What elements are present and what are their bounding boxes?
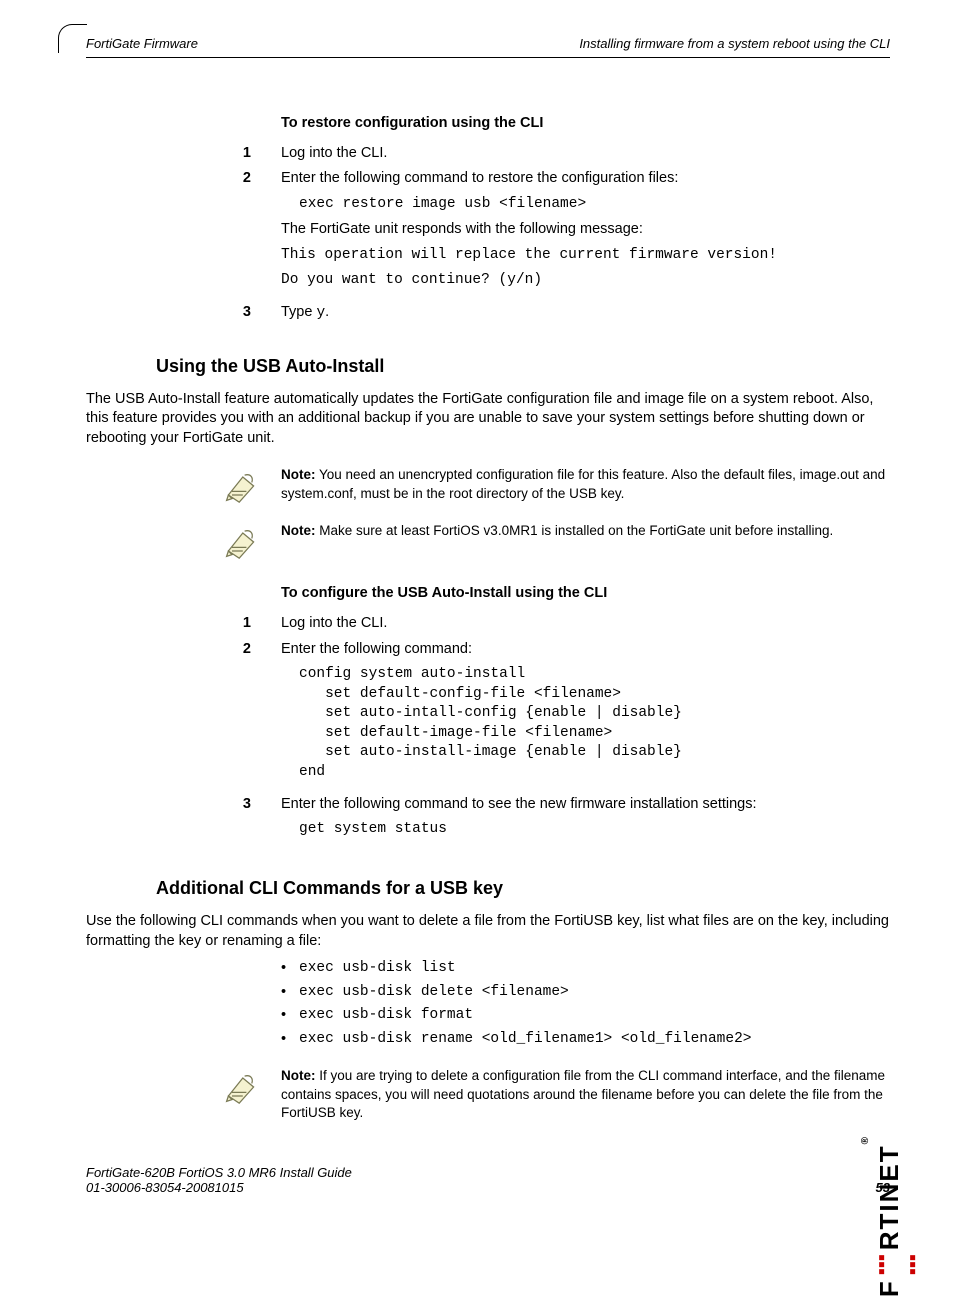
note-text: You need an unencrypted configuration fi… xyxy=(281,467,885,500)
note-icon xyxy=(86,1067,281,1105)
step-text: Enter the following command: xyxy=(281,640,890,660)
code-block: config system auto-install set default-c… xyxy=(299,665,890,782)
note-row: Note: If you are trying to delete a conf… xyxy=(86,1067,890,1122)
list-item: exec usb-disk rename <old_filename1> <ol… xyxy=(281,1030,890,1050)
code-block: Do you want to continue? (y/n) xyxy=(281,271,890,291)
running-header: FortiGate Firmware Installing firmware f… xyxy=(86,36,890,58)
step-text: Enter the following command to restore t… xyxy=(281,169,890,189)
note-text: If you are trying to delete a configurat… xyxy=(281,1068,885,1119)
step-body: Log into the CLI. xyxy=(281,614,890,634)
paragraph: Use the following CLI commands when you … xyxy=(86,912,890,951)
procedure-title: To restore configuration using the CLI xyxy=(281,114,890,134)
list-item: exec usb-disk list xyxy=(281,959,890,979)
step-body: Enter the following command to see the n… xyxy=(281,795,890,846)
step-row: 2 Enter the following command to restore… xyxy=(86,169,890,297)
page-content: To restore configuration using the CLI 1… xyxy=(86,114,890,1122)
header-left: FortiGate Firmware xyxy=(86,36,198,51)
inline-code: y xyxy=(316,305,325,321)
page-footer: FortiGate-620B FortiOS 3.0 MR6 Install G… xyxy=(86,1165,890,1195)
step-body: Type y. xyxy=(281,303,890,324)
note-body: Note: Make sure at least FortiOS v3.0MR1… xyxy=(281,522,890,540)
note-body: Note: You need an unencrypted configurat… xyxy=(281,466,890,502)
code-block: This operation will replace the current … xyxy=(281,246,890,266)
brand-logo: FRTINET® xyxy=(860,1135,922,1297)
note-row: Note: You need an unencrypted configurat… xyxy=(86,466,890,504)
header-right: Installing firmware from a system reboot… xyxy=(579,36,890,51)
step-text: The FortiGate unit responds with the fol… xyxy=(281,220,890,240)
step-number: 3 xyxy=(86,303,281,324)
procedure-title: To configure the USB Auto-Install using … xyxy=(281,584,890,604)
step-row: 1 Log into the CLI. xyxy=(86,614,890,634)
step-number: 1 xyxy=(86,144,281,164)
step-row: 3 Enter the following command to see the… xyxy=(86,795,890,846)
note-label: Note: xyxy=(281,523,316,538)
list-item: exec usb-disk delete <filename> xyxy=(281,983,890,1003)
step-text: Enter the following command to see the n… xyxy=(281,795,890,815)
list-item: exec usb-disk format xyxy=(281,1006,890,1026)
page-number: 53 xyxy=(876,1180,890,1195)
step-text: Type xyxy=(281,304,316,320)
page-corner-decoration xyxy=(58,24,87,53)
note-label: Note: xyxy=(281,1068,316,1083)
section-heading: Using the USB Auto-Install xyxy=(156,354,890,378)
step-row: 2 Enter the following command: config sy… xyxy=(86,640,890,789)
note-row: Note: Make sure at least FortiOS v3.0MR1… xyxy=(86,522,890,560)
step-body: Enter the following command: config syst… xyxy=(281,640,890,789)
paragraph: The USB Auto-Install feature automatical… xyxy=(86,390,890,449)
step-text: . xyxy=(325,304,329,320)
command-list: exec usb-disk list exec usb-disk delete … xyxy=(281,959,890,1049)
note-label: Note: xyxy=(281,467,316,482)
step-row: 3 Type y. xyxy=(86,303,890,324)
note-body: Note: If you are trying to delete a conf… xyxy=(281,1067,890,1122)
step-number: 2 xyxy=(86,169,281,297)
code-block: get system status xyxy=(299,820,890,840)
step-body: Log into the CLI. xyxy=(281,144,890,164)
section-heading: Additional CLI Commands for a USB key xyxy=(156,876,890,900)
code-block: exec restore image usb <filename> xyxy=(299,195,890,215)
footer-line: FortiGate-620B FortiOS 3.0 MR6 Install G… xyxy=(86,1165,890,1180)
step-number: 1 xyxy=(86,614,281,634)
step-number: 2 xyxy=(86,640,281,789)
note-icon xyxy=(86,466,281,504)
step-number: 3 xyxy=(86,795,281,846)
note-text: Make sure at least FortiOS v3.0MR1 is in… xyxy=(316,523,834,538)
step-body: Enter the following command to restore t… xyxy=(281,169,890,297)
footer-line: 01-30006-83054-20081015 xyxy=(86,1180,890,1195)
step-row: 1 Log into the CLI. xyxy=(86,144,890,164)
note-icon xyxy=(86,522,281,560)
